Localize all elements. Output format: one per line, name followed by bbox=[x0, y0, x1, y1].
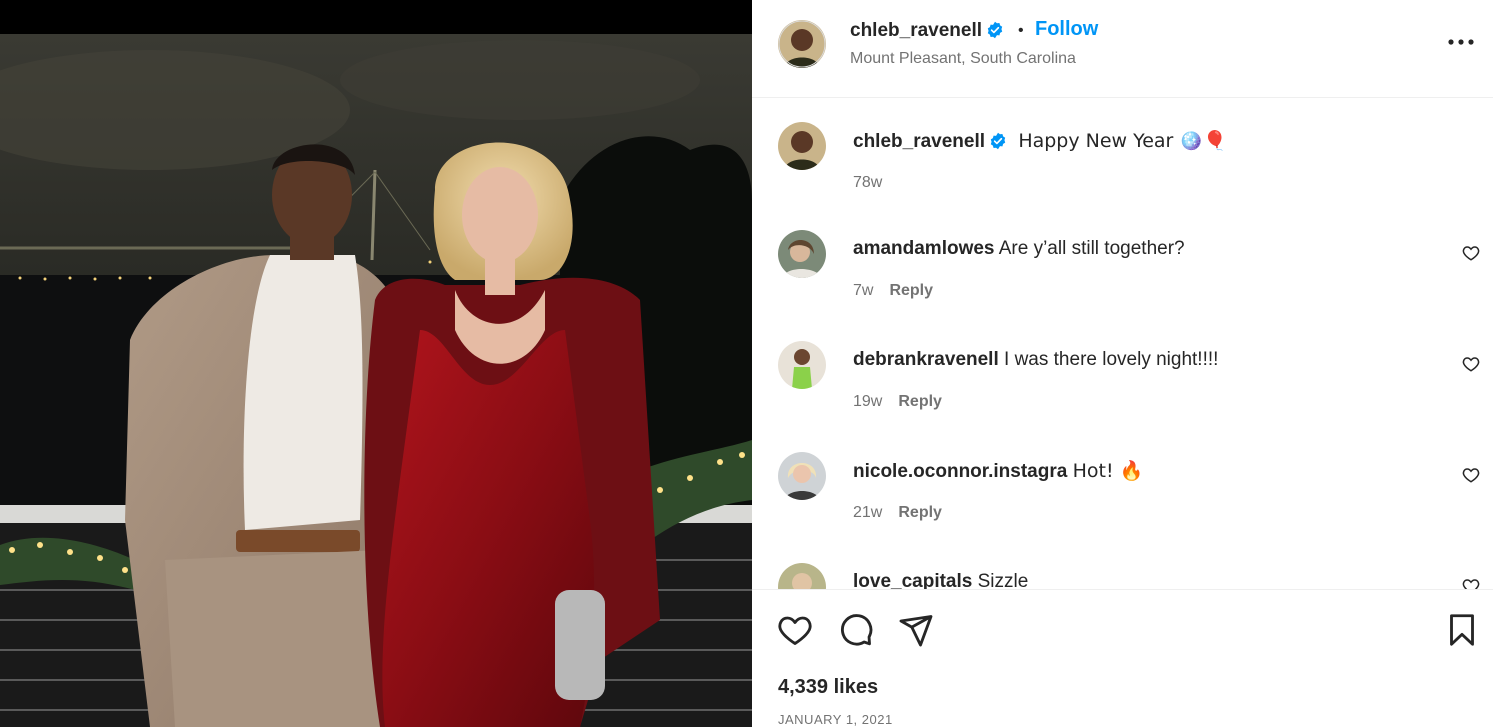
commenter-avatar[interactable] bbox=[778, 341, 826, 389]
comments-list[interactable]: chleb_ravenell Happy New Year 🪩🎈 78w ama… bbox=[752, 99, 1493, 589]
separator-dot: • bbox=[1018, 22, 1024, 39]
post-photo[interactable] bbox=[0, 0, 752, 727]
comment-username[interactable]: nicole.oconnor.instagra bbox=[853, 461, 1067, 482]
reply-button[interactable]: Reply bbox=[898, 504, 942, 521]
comment-line: nicole.oconnor.instagra Hot! 🔥 bbox=[853, 458, 1143, 485]
comment-time: 19w bbox=[853, 393, 883, 410]
comment-item: debrankravenell I was there lovely night… bbox=[752, 341, 1493, 431]
caption-line: chleb_ravenell Happy New Year 🪩🎈 bbox=[853, 128, 1227, 158]
comment-text: Hot! 🔥 bbox=[1072, 460, 1144, 482]
comment-item: amandamlowes Are y’all still together? 7… bbox=[752, 230, 1493, 320]
commenter-avatar[interactable] bbox=[778, 230, 826, 278]
comment-time: 7w bbox=[853, 282, 874, 299]
verified-badge-icon bbox=[986, 21, 1004, 45]
author-username[interactable]: chleb_ravenell bbox=[850, 20, 982, 41]
caption-username[interactable]: chleb_ravenell bbox=[853, 131, 985, 152]
comment-like-heart-icon[interactable] bbox=[1462, 355, 1480, 373]
comment-meta: 21w Reply bbox=[853, 504, 942, 522]
comment-icon[interactable] bbox=[838, 612, 874, 648]
comment-username[interactable]: amandamlowes bbox=[853, 238, 995, 259]
post-date: JANUARY 1, 2021 bbox=[778, 712, 893, 727]
caption-time: 78w bbox=[853, 174, 883, 191]
post-location[interactable]: Mount Pleasant, South Carolina bbox=[850, 50, 1076, 68]
comment-item: love_capitals Sizzle bbox=[752, 563, 1493, 589]
author-username-row: chleb_ravenell bbox=[850, 20, 1004, 45]
comment-text: I was there lovely night!!!! bbox=[1004, 349, 1219, 370]
verified-badge-icon bbox=[989, 132, 1007, 158]
comment-text: Are y’all still together? bbox=[998, 238, 1185, 259]
author-avatar[interactable] bbox=[778, 20, 826, 68]
comment-meta: 7w Reply bbox=[853, 282, 933, 300]
comment-username[interactable]: debrankravenell bbox=[853, 349, 999, 370]
comment-line: love_capitals Sizzle bbox=[853, 569, 1028, 589]
more-options-icon[interactable] bbox=[1446, 30, 1476, 54]
comment-time: 21w bbox=[853, 504, 883, 521]
reply-button[interactable]: Reply bbox=[898, 393, 942, 410]
comment-meta: 19w Reply bbox=[853, 393, 942, 411]
commenter-avatar[interactable] bbox=[778, 452, 826, 500]
post-header: chleb_ravenell • Follow Mount Pleasant, … bbox=[752, 0, 1493, 98]
caption-item: chleb_ravenell Happy New Year 🪩🎈 78w bbox=[752, 122, 1493, 212]
comment-line: amandamlowes Are y’all still together? bbox=[853, 236, 1185, 262]
post-details-panel: chleb_ravenell • Follow Mount Pleasant, … bbox=[752, 0, 1493, 727]
share-icon[interactable] bbox=[898, 612, 934, 648]
follow-button[interactable]: Follow bbox=[1035, 18, 1098, 41]
comment-username[interactable]: love_capitals bbox=[853, 571, 972, 589]
comment-like-heart-icon[interactable] bbox=[1462, 466, 1480, 484]
comment-text: Sizzle bbox=[977, 571, 1029, 589]
comment-like-heart-icon[interactable] bbox=[1462, 244, 1480, 262]
comment-like-heart-icon[interactable] bbox=[1462, 577, 1480, 589]
author-avatar[interactable] bbox=[778, 122, 826, 170]
heart-icon[interactable] bbox=[777, 612, 813, 648]
caption-text: Happy New Year 🪩🎈 bbox=[1018, 130, 1227, 152]
commenter-avatar[interactable] bbox=[778, 563, 826, 589]
likes-count[interactable]: 4,339 likes bbox=[778, 676, 878, 699]
post-actions: 4,339 likes JANUARY 1, 2021 bbox=[752, 589, 1493, 727]
bookmark-icon[interactable] bbox=[1444, 612, 1480, 648]
comment-item: nicole.oconnor.instagra Hot! 🔥 21w Reply bbox=[752, 452, 1493, 542]
comment-line: debrankravenell I was there lovely night… bbox=[853, 347, 1218, 373]
reply-button[interactable]: Reply bbox=[889, 282, 933, 299]
